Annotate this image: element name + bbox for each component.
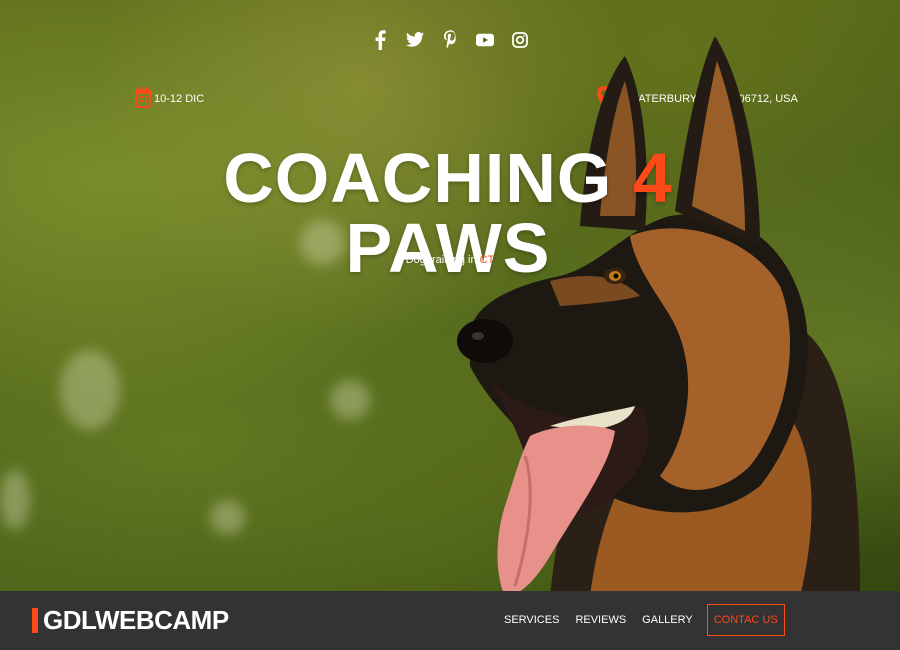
nav-contact-button[interactable]: CONTAC US [706, 604, 785, 636]
hero-subtitle-text: Dog training in [405, 254, 480, 266]
hero-title-part1: COACHING [223, 139, 633, 217]
hero-section: 10-12 DIC 93 WATERBURY RD CT, 06712, USA [0, 0, 900, 591]
nav-services-link[interactable]: SERVICES [496, 605, 567, 635]
bokeh-spot [0, 470, 30, 530]
logo-accent-bar [32, 608, 38, 633]
hero-title-accent: 4 [632, 139, 673, 217]
german-shepherd-image [457, 36, 860, 591]
nav-reviews-link[interactable]: REVIEWS [567, 605, 634, 635]
event-date: 10-12 DIC [135, 86, 204, 112]
hero-subtitle-accent: CT [479, 254, 495, 266]
hero-title-part2: PAWS [345, 209, 551, 287]
facebook-icon[interactable] [370, 29, 391, 50]
event-date-text: 10-12 DIC [154, 93, 205, 105]
bokeh-spot [210, 500, 245, 535]
calendar-icon [135, 86, 151, 112]
bokeh-spot [330, 380, 370, 420]
main-nav: SERVICES REVIEWS GALLERY CONTAC US [496, 604, 785, 636]
site-logo[interactable]: GDLWEBCAMP [43, 605, 229, 636]
twitter-icon[interactable] [405, 29, 426, 50]
hero-subtitle: Dog training in CT [0, 254, 900, 266]
main-navbar: GDLWEBCAMP SERVICES REVIEWS GALLERY CONT… [0, 591, 900, 650]
nav-gallery-link[interactable]: GALLERY [634, 605, 701, 635]
bokeh-spot [60, 350, 120, 430]
